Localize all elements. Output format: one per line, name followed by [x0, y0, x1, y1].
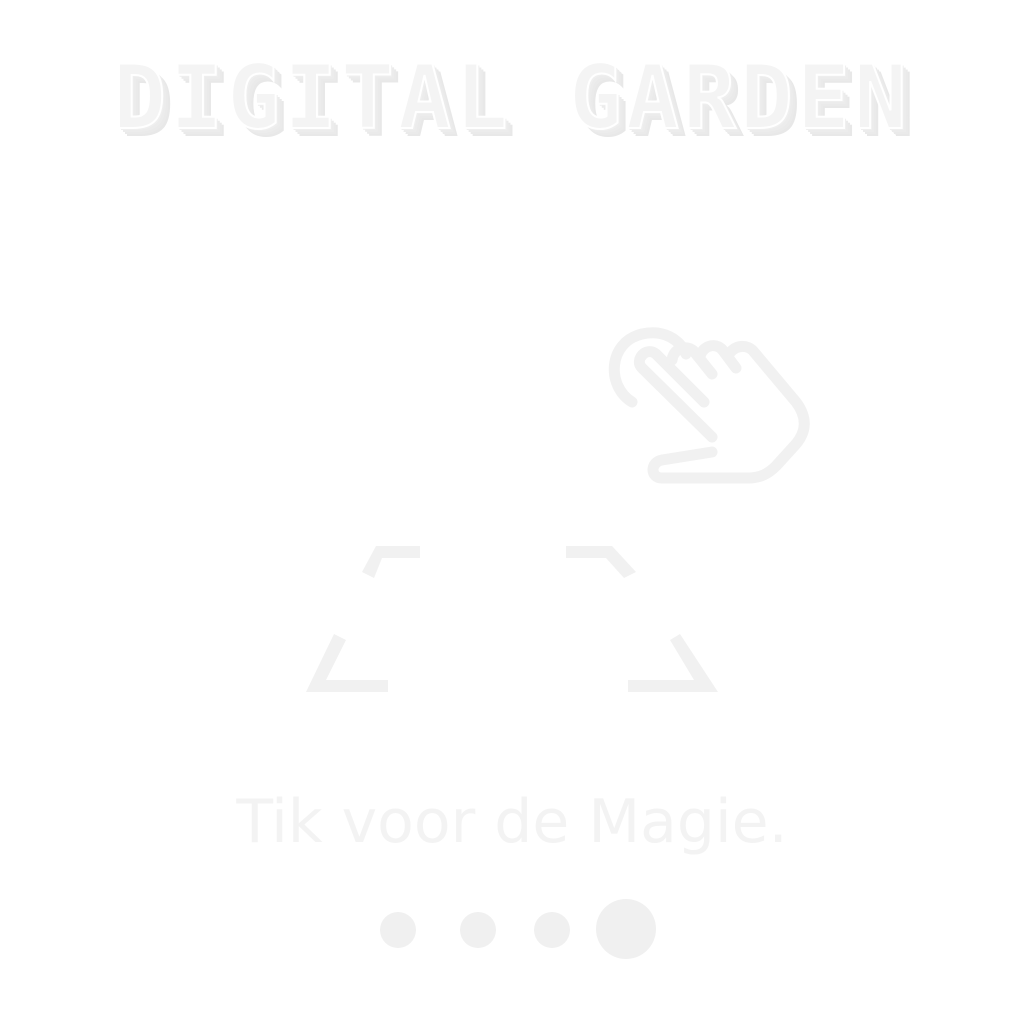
tap-prompt-text: Tik voor de Magie. — [236, 787, 788, 857]
tap-screen[interactable]: DIGITAL GARDEN Tik voor de Magie. — [0, 0, 1024, 1024]
scan-frame-icon — [306, 546, 718, 692]
page-indicator — [0, 898, 1024, 960]
tap-gesture-icon — [608, 327, 810, 484]
app-logo-title: DIGITAL GARDEN — [112, 46, 911, 149]
page-dot-active[interactable] — [596, 899, 656, 959]
page-dot[interactable] — [534, 912, 570, 948]
page-dot[interactable] — [460, 912, 496, 948]
page-dot[interactable] — [380, 912, 416, 948]
